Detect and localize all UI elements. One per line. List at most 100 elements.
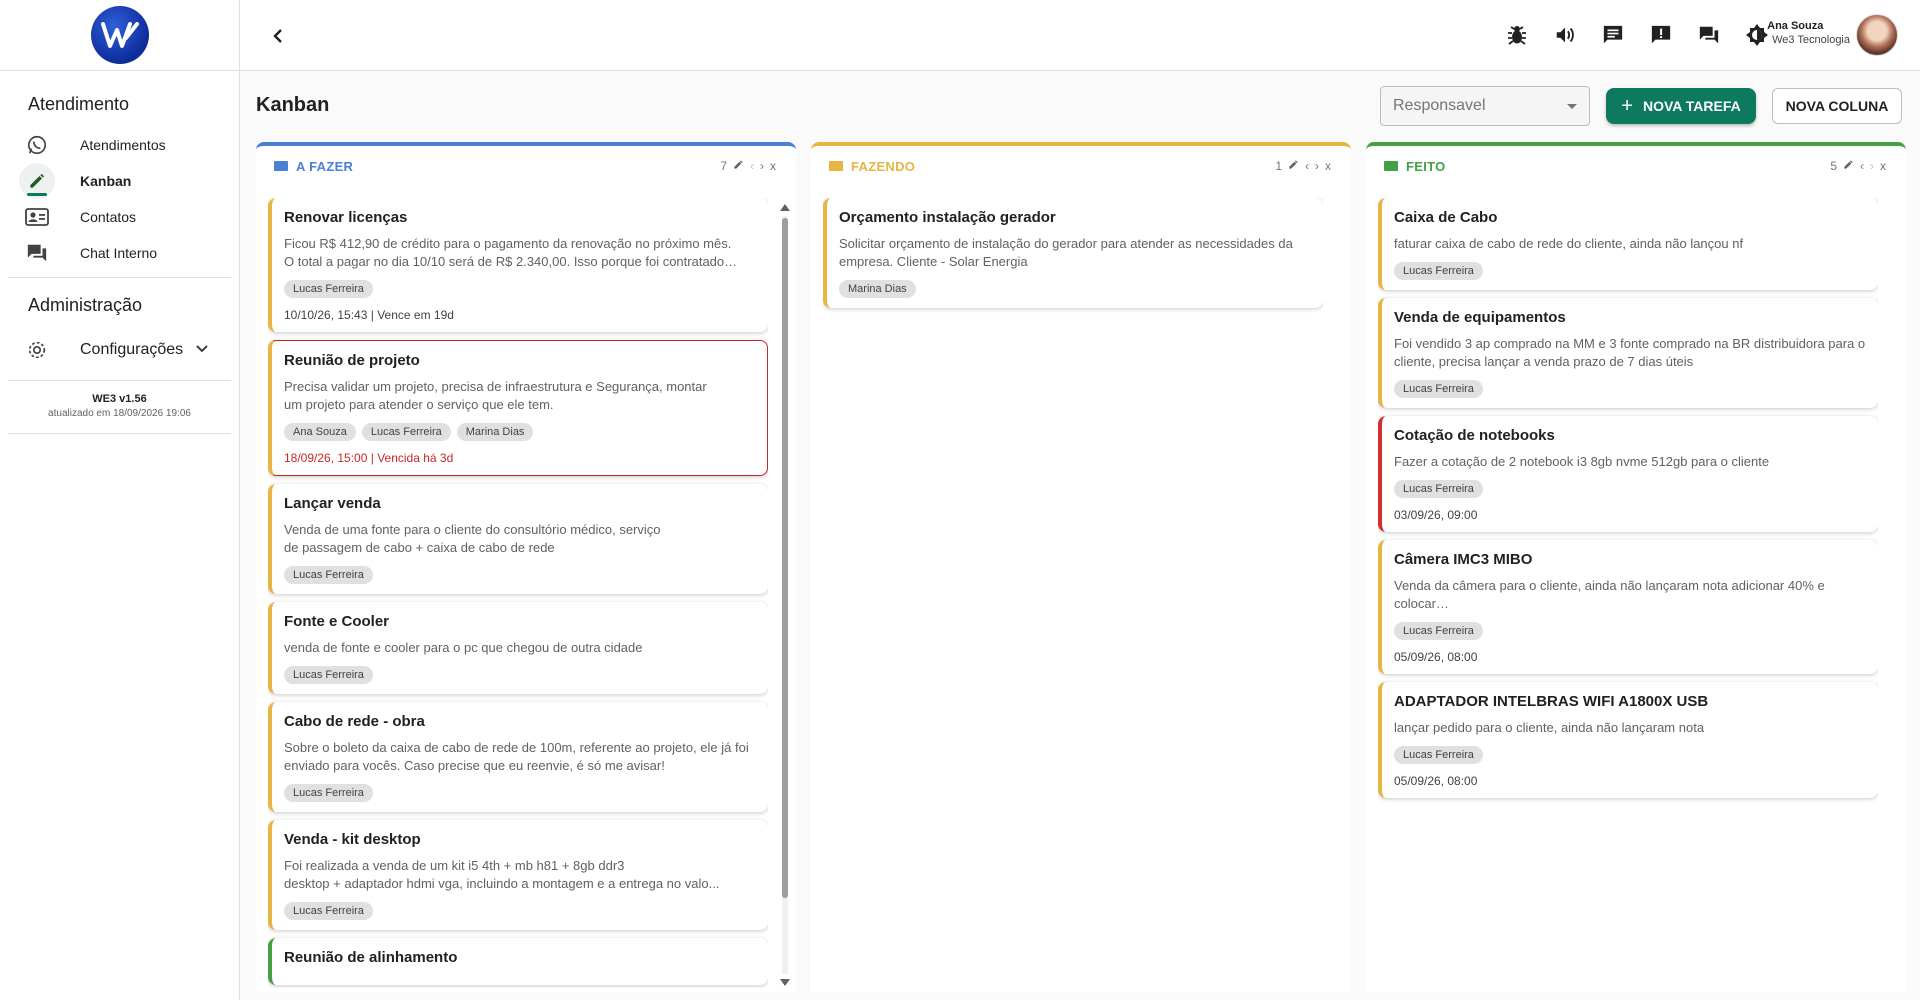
card-tags: Lucas Ferreira	[1394, 380, 1866, 398]
task-card[interactable]: ADAPTADOR INTELBRAS WIFI A1800X USB lança…	[1378, 682, 1878, 798]
logo-area	[0, 0, 239, 71]
contact-card-icon	[24, 204, 50, 230]
card-tags: Ana Souza Lucas Ferreira Marina Dias	[284, 423, 755, 441]
user-company: We3 Tecnologia	[1772, 34, 1850, 46]
forum-icon[interactable]	[1696, 22, 1722, 48]
assignee-tag: Lucas Ferreira	[361, 423, 451, 441]
column-count: 1	[1275, 159, 1282, 173]
task-card[interactable]: Fonte e Cooler venda de fonte e cooler pa…	[268, 602, 768, 694]
card-due-date: 18/09/26, 15:00 | Vencida há 3d	[284, 451, 454, 465]
task-card[interactable]: Renovar licenças Ficou R$ 412,90 de crédi…	[268, 198, 768, 332]
column-color-swatch	[829, 161, 843, 171]
edit-column-icon[interactable]	[1288, 159, 1299, 173]
move-right-icon[interactable]: ›	[760, 159, 764, 173]
edit-column-icon[interactable]	[733, 159, 744, 173]
scroll-down-icon[interactable]	[780, 979, 790, 986]
company-logo[interactable]	[90, 6, 149, 64]
responsavel-select[interactable]: Responsavel	[1380, 86, 1590, 126]
card-due-date: 10/10/26, 15:43 | Vence em 19d	[284, 308, 454, 322]
move-left-icon[interactable]: ‹	[1860, 159, 1864, 173]
column-header: A FAZER 7 ‹ › x	[256, 146, 796, 186]
card-description: Foi realizada a venda de um kit i5 4th +…	[284, 858, 720, 891]
sidebar-item-configuracoes[interactable]: Configurações	[0, 332, 239, 368]
sidebar-item-atendimentos[interactable]: Atendimentos	[0, 127, 239, 163]
kanban-column: FAZENDO 1 ‹ › x Orçamento instalação gerador S…	[811, 142, 1351, 992]
nova-coluna-button[interactable]: NOVA COLUNA	[1772, 88, 1902, 124]
card-description: Ficou R$ 412,90 de crédito para o pagame…	[284, 236, 732, 269]
message-icon[interactable]	[1600, 22, 1626, 48]
task-card[interactable]: Orçamento instalação gerador Solicitar or…	[823, 198, 1323, 308]
card-description: Solicitar orçamento de instalação do ger…	[839, 236, 1293, 269]
responsavel-placeholder: Responsavel	[1393, 97, 1486, 114]
column-scrollbar[interactable]	[780, 204, 790, 986]
avatar[interactable]	[1856, 14, 1898, 56]
task-card[interactable]: Câmera IMC3 MIBO Venda da câmera para o c…	[1378, 540, 1878, 674]
card-title: Reunião de alinhamento	[284, 949, 458, 966]
card-description: lançar pedido para o cliente, ainda não …	[1394, 720, 1705, 735]
edit-column-icon[interactable]	[1843, 159, 1854, 173]
delete-column-icon[interactable]: x	[770, 159, 776, 173]
task-card[interactable]: Reunião de alinhamento	[268, 938, 768, 985]
sidebar-item-label: Kanban	[80, 173, 132, 189]
nova-tarefa-button[interactable]: + NOVA TAREFA	[1606, 88, 1756, 124]
task-card[interactable]: Cotação de notebooks Fazer a cotação de 2…	[1378, 416, 1878, 532]
sidebar: Atendimento Atendimentos Kanban Contatos…	[0, 0, 240, 1000]
nova-tarefa-label: NOVA TAREFA	[1642, 98, 1741, 114]
card-title: Câmera IMC3 MIBO	[1394, 551, 1533, 568]
assignee-tag: Ana Souza	[284, 423, 356, 441]
cards-list: Orçamento instalação gerador Solicitar or…	[823, 198, 1323, 988]
column-color-swatch	[1384, 161, 1398, 171]
logo-w-icon	[100, 22, 139, 48]
column-color-swatch	[274, 161, 288, 171]
sidebar-divider	[8, 380, 231, 381]
task-card[interactable]: Caixa de Cabo faturar caixa de cabo de re…	[1378, 198, 1878, 290]
brightness-icon[interactable]	[1744, 22, 1770, 48]
alert-message-icon[interactable]	[1648, 22, 1674, 48]
back-button[interactable]	[266, 24, 290, 48]
sidebar-item-contatos[interactable]: Contatos	[0, 199, 239, 235]
scroll-up-icon[interactable]	[780, 204, 790, 211]
column-tools: 5 ‹ › x	[1824, 159, 1886, 173]
sidebar-item-label: Configurações	[80, 341, 184, 358]
column-count: 7	[720, 159, 727, 173]
whatsapp-icon	[24, 132, 50, 158]
task-card[interactable]: Venda - kit desktop Foi realizada a venda…	[268, 820, 768, 930]
move-right-icon[interactable]: ›	[1315, 159, 1319, 173]
chevron-left-icon	[273, 29, 282, 43]
plus-icon: +	[1621, 95, 1633, 117]
move-left-icon[interactable]: ‹	[1305, 159, 1309, 173]
column-tools: 1 ‹ › x	[1269, 159, 1331, 173]
card-description: faturar caixa de cabo de rede do cliente…	[1394, 236, 1744, 251]
cards-list: Renovar licenças Ficou R$ 412,90 de crédi…	[268, 198, 768, 988]
bug-icon[interactable]	[1504, 22, 1530, 48]
card-description: Precisa validar um projeto, precisa de i…	[284, 379, 707, 412]
move-left-icon[interactable]: ‹	[750, 159, 754, 173]
card-description: Venda de uma fonte para o cliente do con…	[284, 522, 661, 555]
column-title: FAZENDO	[851, 158, 916, 174]
card-tags: Lucas Ferreira	[1394, 262, 1866, 280]
task-card[interactable]: Cabo de rede - obra Sobre o boleto da cai…	[268, 702, 768, 812]
column-count: 5	[1830, 159, 1837, 173]
assignee-tag: Marina Dias	[839, 280, 916, 298]
task-card[interactable]: Venda de equipamentos Foi vendido 3 ap co…	[1378, 298, 1878, 408]
user-info[interactable]: Ana Souza We3 Tecnologia	[1767, 20, 1850, 46]
sidebar-divider	[8, 433, 231, 434]
card-description: Venda da câmera para o cliente, ainda nã…	[1394, 578, 1825, 611]
card-description: venda de fonte e cooler para o pc que ch…	[284, 640, 643, 655]
column-title: A FAZER	[296, 158, 354, 174]
task-card[interactable]: Lançar venda Venda de uma fonte para o cl…	[268, 484, 768, 594]
top-header: Ana Souza We3 Tecnologia	[240, 0, 1920, 71]
nova-coluna-label: NOVA COLUNA	[1785, 98, 1889, 114]
scroll-thumb[interactable]	[782, 218, 788, 898]
assignee-tag: Lucas Ferreira	[1394, 622, 1483, 640]
delete-column-icon[interactable]: x	[1325, 159, 1331, 173]
task-card[interactable]: Reunião de projeto Precisa validar um pro…	[268, 340, 768, 476]
sidebar-item-kanban[interactable]: Kanban	[0, 163, 239, 199]
delete-column-icon[interactable]: x	[1880, 159, 1886, 173]
volume-icon[interactable]	[1552, 22, 1578, 48]
assignee-tag: Lucas Ferreira	[284, 784, 373, 802]
sidebar-item-chat-interno[interactable]: Chat Interno	[0, 235, 239, 271]
chat-icon	[24, 240, 50, 266]
cards-list: Caixa de Cabo faturar caixa de cabo de re…	[1378, 198, 1878, 988]
move-right-icon[interactable]: ›	[1870, 159, 1874, 173]
